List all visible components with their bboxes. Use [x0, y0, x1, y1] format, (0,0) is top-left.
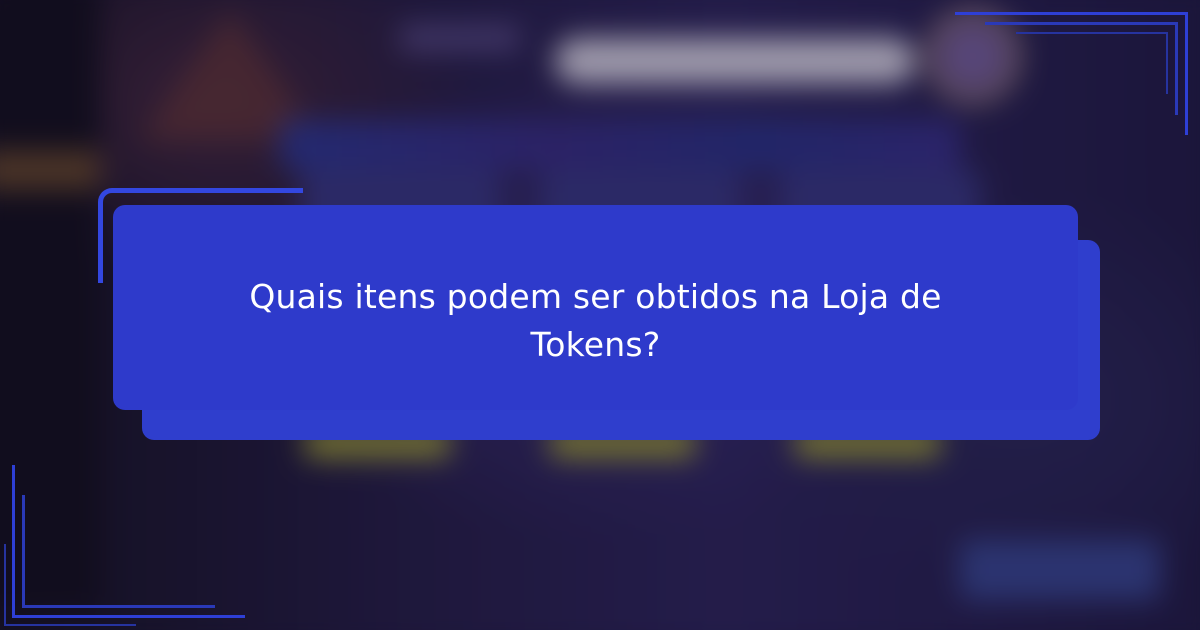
banner-stage: Quais itens podem ser obtidos na Loja de… [0, 0, 1200, 630]
corner-frame-top-right-innermost [1016, 32, 1168, 94]
corner-frame-bottom-left-outer [4, 544, 136, 626]
question-text: Quais itens podem ser obtidos na Loja de… [249, 276, 942, 364]
question-card: Quais itens podem ser obtidos na Loja de… [113, 205, 1078, 410]
